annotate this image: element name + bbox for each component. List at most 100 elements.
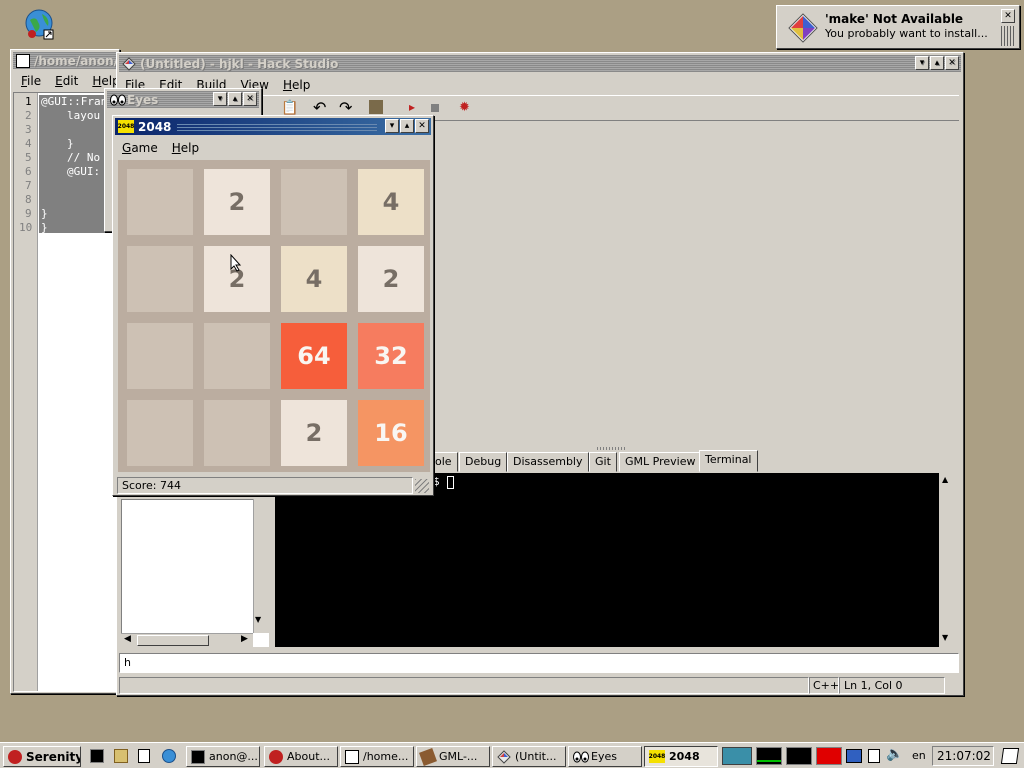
code-line: }: [41, 207, 48, 220]
task-hack-studio[interactable]: (Untit...: [492, 746, 566, 767]
empty-cell: [204, 400, 270, 466]
menu-game[interactable]: Game: [122, 141, 158, 155]
task-anon-terminal[interactable]: anon@...: [186, 746, 260, 767]
splitter-grip[interactable]: [597, 447, 627, 450]
minimize-button[interactable]: ▾: [213, 92, 227, 106]
eyes-icon: [573, 750, 589, 764]
tab-debug[interactable]: Debug: [459, 452, 508, 472]
empty-cell: [204, 323, 270, 389]
eyes-title: Eyes: [127, 92, 159, 107]
file-tree-vscrollbar[interactable]: ▼: [253, 499, 269, 633]
notification-message: You probably want to install...: [825, 27, 988, 40]
tile-2: 2: [281, 400, 347, 466]
menu-help[interactable]: Help: [172, 141, 199, 155]
notification-close-button[interactable]: ✕: [1001, 9, 1015, 23]
terminal-icon: [16, 53, 30, 68]
scroll-down-arrow[interactable]: ▼: [942, 633, 948, 642]
clock[interactable]: 21:07:02: [932, 746, 994, 766]
task-label: anon@...: [209, 750, 258, 763]
game-2048-icon: 2048: [118, 120, 134, 133]
menu-help[interactable]: Help: [283, 78, 310, 92]
audio-icon[interactable]: 🔈: [886, 746, 903, 762]
scroll-down-arrow[interactable]: ▼: [255, 615, 261, 624]
close-button[interactable]: ✕: [415, 119, 429, 133]
editor-menu-edit[interactable]: Edit: [55, 74, 78, 88]
editor-titlebar[interactable]: /home/anon/s: [13, 52, 117, 69]
file-tree-panel[interactable]: [121, 499, 269, 647]
debug-icon[interactable]: ✹: [459, 100, 470, 115]
line-number: 6: [25, 165, 32, 178]
scroll-left-arrow[interactable]: ◀: [124, 634, 131, 644]
scroll-right-arrow[interactable]: ▶: [241, 634, 248, 644]
notifications-icon[interactable]: [1000, 748, 1020, 764]
command-input[interactable]: h: [119, 653, 959, 673]
minimize-button[interactable]: ▾: [915, 56, 929, 70]
editor-title: /home/anon/s: [34, 53, 117, 68]
empty-cell: [127, 400, 193, 466]
clipboard-icon[interactable]: [868, 749, 880, 763]
tile-64: 64: [281, 323, 347, 389]
maximize-button[interactable]: ▴: [930, 56, 944, 70]
paste-icon[interactable]: 📋: [281, 100, 298, 116]
task-label: (Untit...: [515, 750, 557, 763]
notification-title: 'make' Not Available: [825, 12, 964, 26]
status-bar-main: [119, 677, 809, 694]
task-2048[interactable]: 2048 2048: [644, 746, 718, 767]
tab-gml-preview[interactable]: GML Preview: [619, 452, 702, 472]
maximize-button[interactable]: ▴: [228, 92, 242, 106]
code-line: }: [67, 137, 74, 150]
workspace-switcher[interactable]: [722, 747, 752, 765]
memory-graph: [786, 747, 812, 765]
code-line: @GUI:: [67, 165, 101, 178]
tile-4: 4: [358, 169, 424, 235]
editor-menubar: File Edit Help: [21, 74, 120, 88]
terminal-view[interactable]: [275, 473, 939, 647]
hack-studio-icon: [122, 56, 136, 71]
maximize-button[interactable]: ▴: [400, 119, 414, 133]
task-eyes[interactable]: Eyes: [568, 746, 642, 767]
quick-folder-icon[interactable]: [114, 749, 128, 763]
tab-git[interactable]: Git: [589, 452, 617, 472]
titlebar-grip: [177, 122, 377, 131]
close-button[interactable]: ✕: [243, 92, 257, 106]
terminal-scrollbar[interactable]: ▲ ▼: [939, 473, 955, 647]
desktop-globe-icon[interactable]: [24, 8, 56, 40]
task-gml[interactable]: GML-...: [416, 746, 490, 767]
line-number: 9: [25, 207, 32, 220]
run-icon[interactable]: ▸: [409, 100, 415, 114]
game-title: 2048: [138, 119, 172, 134]
stop-icon[interactable]: [431, 104, 439, 112]
file-tree-hscrollbar[interactable]: ◀ ▶: [121, 633, 253, 647]
tab-terminal[interactable]: Terminal: [699, 450, 758, 472]
line-number: 2: [25, 109, 32, 122]
game-board[interactable]: 2 4 2 4 2 64 32 2 16: [118, 160, 430, 472]
keymap-label[interactable]: en: [912, 749, 926, 762]
network-icon[interactable]: [846, 749, 862, 763]
minimize-button[interactable]: ▾: [385, 119, 399, 133]
command-input-value: h: [124, 656, 131, 669]
build-icon[interactable]: [369, 100, 383, 114]
start-button[interactable]: Serenity: [3, 746, 81, 767]
eyes-titlebar[interactable]: Eyes ▾ ▴ ✕: [107, 91, 259, 108]
resize-grip[interactable]: [415, 479, 429, 493]
scroll-up-arrow[interactable]: ▲: [942, 475, 948, 484]
task-label: About...: [287, 750, 331, 763]
task-label: /home...: [363, 750, 409, 763]
game-titlebar[interactable]: 2048 2048 ▾ ▴ ✕: [115, 118, 431, 135]
task-label: Eyes: [591, 750, 617, 763]
quick-browser-icon[interactable]: [162, 749, 176, 763]
game-menubar: Game Help: [122, 141, 199, 155]
hack-studio-titlebar[interactable]: (Untitled) - hjkl - Hack Studio ▾ ▴ ✕: [119, 55, 961, 72]
line-number: 1: [25, 95, 32, 108]
status-language: C++: [809, 677, 839, 694]
task-about[interactable]: About...: [264, 746, 338, 767]
terminal-icon: [345, 749, 359, 764]
editor-menu-file[interactable]: File: [21, 74, 41, 88]
code-line: }: [41, 221, 48, 234]
quick-terminal-icon[interactable]: [90, 749, 104, 763]
scroll-thumb[interactable]: [137, 635, 209, 646]
tab-disassembly[interactable]: Disassembly: [507, 452, 589, 472]
task-home[interactable]: /home...: [340, 746, 414, 767]
quick-text-editor-icon[interactable]: [138, 749, 150, 763]
close-button[interactable]: ✕: [945, 56, 959, 70]
